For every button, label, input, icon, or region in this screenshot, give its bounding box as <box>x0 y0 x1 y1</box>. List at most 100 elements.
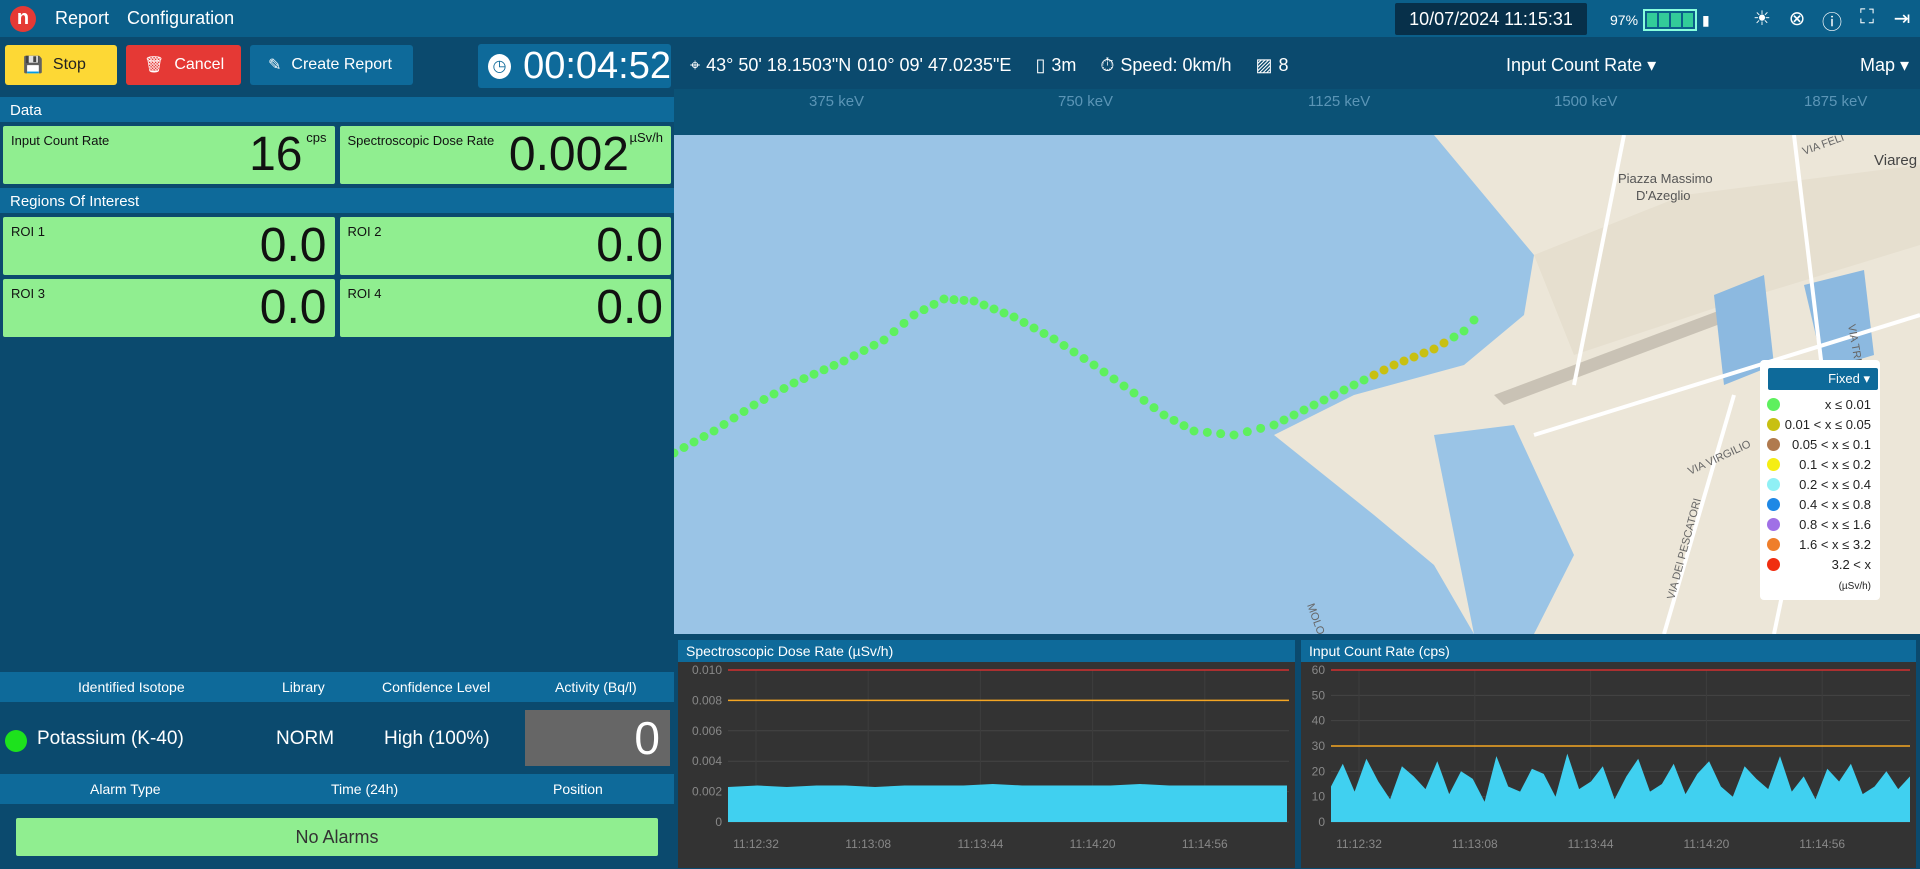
legend-mode-dropdown[interactable]: Fixed ▾ <box>1768 368 1878 390</box>
legend-item: 0.4 < x ≤ 0.8 <box>1760 496 1880 514</box>
track-point <box>829 360 839 370</box>
track-point <box>1019 318 1029 327</box>
app-logo: n <box>10 5 36 32</box>
y-tick-label: 0.008 <box>692 693 722 707</box>
map-label: Piazza Massimo <box>1618 171 1713 186</box>
device-battery-icon: ▮ <box>1702 11 1710 28</box>
track-point <box>819 365 829 375</box>
y-tick-label: 30 <box>1312 739 1326 753</box>
ruler-icon: ▯ <box>1035 55 1046 75</box>
chevron-down-icon: ▾ <box>1647 55 1657 75</box>
legend-color-dot <box>1767 438 1780 451</box>
legend-label: 0.01 < x ≤ 0.05 <box>1784 417 1871 432</box>
track-point <box>739 407 749 416</box>
track-point <box>1029 323 1039 333</box>
map-canvas[interactable]: Piazza Massimo D'Azeglio Viareg VIA FELI… <box>674 135 1920 634</box>
fullscreen-icon[interactable]: ⛶ <box>1855 6 1879 35</box>
legend-label: 0.05 < x ≤ 0.1 <box>1791 437 1871 452</box>
track-point <box>1309 400 1319 410</box>
track-point <box>1449 332 1459 342</box>
cancel-button[interactable]: 🗑 Cancel <box>126 45 241 85</box>
col-isotope: Identified Isotope <box>78 679 185 695</box>
y-tick-label: 0.010 <box>692 663 722 677</box>
isotope-status-dot <box>5 730 27 752</box>
menu-configuration[interactable]: Configuration <box>127 8 234 29</box>
longitude: 010° 09' 47.0235"E <box>857 55 1012 75</box>
legend-color-dot <box>1767 498 1780 511</box>
track-point <box>1299 405 1309 415</box>
track-point <box>769 389 779 399</box>
legend-unit: (µSv/h) <box>1838 581 1871 592</box>
brightness-icon[interactable]: ☀ <box>1750 6 1774 35</box>
speed: Speed: 0km/h <box>1120 55 1232 75</box>
stop-button[interactable]: 💾 Stop <box>5 45 117 85</box>
create-report-label: Create Report <box>291 56 392 73</box>
track-point <box>889 327 899 337</box>
track-point <box>1049 334 1059 344</box>
x-tick-label: 11:14:56 <box>1799 837 1845 851</box>
track-point <box>809 369 819 379</box>
legend-label: x ≤ 0.01 <box>1824 397 1871 412</box>
track-point <box>1099 367 1109 377</box>
track-point <box>989 304 999 314</box>
stop-label: Stop <box>52 56 86 73</box>
legend-label: 3.2 < x <box>1831 557 1871 572</box>
isotope-activity: 0 <box>525 710 670 766</box>
track-point <box>1242 427 1252 437</box>
track-point <box>949 295 959 305</box>
metric-dropdown-label: Input Count Rate <box>1506 55 1643 75</box>
legend-color-dot <box>1767 458 1780 471</box>
track-point <box>1216 429 1226 439</box>
metric-dropdown[interactable]: Input Count Rate ▾ <box>1506 55 1656 76</box>
track-point <box>999 308 1009 318</box>
isotope-library: NORM <box>276 728 335 749</box>
spectrum-tick: 1875 keV <box>1804 93 1868 110</box>
track-point <box>729 413 739 423</box>
legend-color-dot <box>1767 418 1780 431</box>
x-tick-label: 11:14:20 <box>1683 837 1729 851</box>
view-dropdown[interactable]: Map ▾ <box>1860 55 1909 76</box>
battery-indicator: 97% ▮ <box>1610 9 1710 31</box>
photo-icon: ▨ <box>1255 55 1273 75</box>
roi-card: ROI 1 0.0 <box>3 217 335 275</box>
col-position: Position <box>553 781 603 797</box>
count-rate-plot: 60 50 40 30 20 10 0 11:12:32 11:13:08 11:13:44 11:… <box>1312 663 1910 851</box>
logout-icon[interactable]: ⇥ <box>1890 6 1914 35</box>
roi-label: ROI 2 <box>347 224 382 239</box>
track-point <box>679 443 689 452</box>
menu-report[interactable]: Report <box>55 8 109 29</box>
track-point <box>1289 410 1299 420</box>
create-report-button[interactable]: ✎ Create Report <box>250 45 413 85</box>
isotope-table-header: Identified Isotope Library Confidence Le… <box>0 672 674 702</box>
photo-count: 8 <box>1278 55 1289 75</box>
data-section-title: Data <box>0 97 674 122</box>
roi-value: 0.0 <box>596 281 663 334</box>
track-point <box>1329 390 1339 400</box>
series-area <box>1331 753 1910 822</box>
latitude: 43° 50' 18.1503"N <box>706 55 852 75</box>
y-tick-label: 20 <box>1312 764 1326 778</box>
count-rate-chart: Input Count Rate (cps) 60 50 40 30 20 10 0 11:1… <box>1301 640 1916 868</box>
roi-value: 0.0 <box>596 219 663 272</box>
roi-section-title: Regions Of Interest <box>0 188 674 213</box>
track-point <box>969 296 979 306</box>
y-tick-label: 60 <box>1312 663 1326 677</box>
top-bar: n Report Configuration 10/07/2024 11:15:… <box>0 0 1920 37</box>
battery-bar <box>1643 9 1698 31</box>
track-point <box>1179 421 1189 431</box>
gps-satellite-icon[interactable]: ⊗ <box>1785 6 1809 35</box>
x-tick-label: 11:12:32 <box>733 837 779 851</box>
chart-title: Spectroscopic Dose Rate (µSv/h) <box>678 640 1295 662</box>
roi-value: 0.0 <box>259 281 327 334</box>
legend-color-dot <box>1767 558 1780 571</box>
roi-label: ROI 1 <box>11 224 45 239</box>
save-icon: 💾 <box>23 57 43 74</box>
track-point <box>909 310 919 320</box>
y-tick-label: 0 <box>715 815 722 829</box>
isotope-row[interactable]: Potassium (K-40) NORM High (100%) 0 <box>0 706 674 770</box>
map-view[interactable]: Piazza Massimo D'Azeglio Viareg VIA FELI… <box>674 135 1920 634</box>
map-legend: Fixed ▾ x ≤ 0.01 0.01 < x ≤ 0.05 0.05 < x … <box>1760 360 1880 600</box>
card-value: 16 <box>249 128 303 181</box>
info-icon[interactable]: ⓘ <box>1820 6 1844 35</box>
track-point <box>1059 341 1069 350</box>
